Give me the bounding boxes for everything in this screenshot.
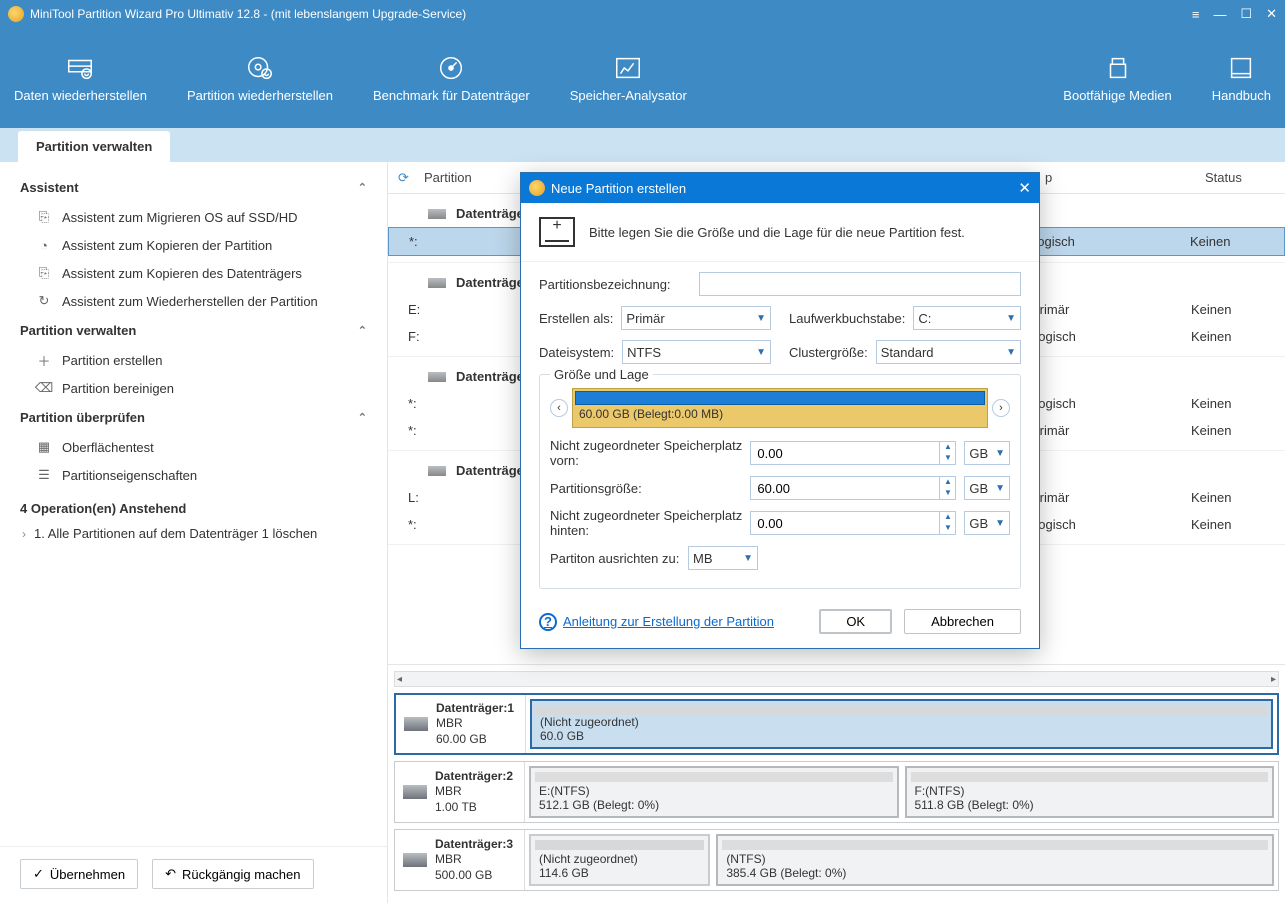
spinner[interactable]: ▲▼ <box>940 511 956 535</box>
help-link[interactable]: ? Anleitung zur Erstellung der Partition <box>539 613 807 631</box>
chevron-down-icon: ▼ <box>756 347 766 358</box>
chevron-down-icon: ▼ <box>995 483 1005 494</box>
fieldset-title: Größe und Lage <box>550 367 653 382</box>
select-value: NTFS <box>627 345 661 360</box>
ok-button[interactable]: OK <box>819 609 892 634</box>
partition-label-input[interactable] <box>699 272 1021 296</box>
select-value: Primär <box>626 311 664 326</box>
spinner[interactable]: ▲▼ <box>940 476 956 500</box>
unit-select[interactable]: GB ▼ <box>964 441 1010 465</box>
chevron-down-icon: ▼ <box>1006 347 1016 358</box>
select-value: GB <box>969 481 988 496</box>
unalloc-after-input[interactable] <box>750 511 940 535</box>
drive-letter-select[interactable]: C: ▼ <box>913 306 1021 330</box>
chevron-down-icon: ▼ <box>995 518 1005 529</box>
select-value: C: <box>918 311 931 326</box>
create-as-select[interactable]: Primär ▼ <box>621 306 771 330</box>
dialog-close-button[interactable]: ✕ <box>1018 179 1031 197</box>
align-select[interactable]: MB ▼ <box>688 546 758 570</box>
chevron-down-icon: ▼ <box>995 448 1005 459</box>
create-partition-dialog: Neue Partition erstellen ✕ Bitte legen S… <box>520 172 1040 649</box>
size-nav-right[interactable]: › <box>992 399 1010 417</box>
label-create-as: Erstellen als: <box>539 311 613 326</box>
dialog-intro: Bitte legen Sie die Größe und die Lage f… <box>521 203 1039 262</box>
app-icon <box>529 180 545 196</box>
unit-select[interactable]: GB ▼ <box>964 511 1010 535</box>
label-align: Partiton ausrichten zu: <box>550 551 680 566</box>
chevron-down-icon: ▼ <box>1006 313 1016 324</box>
dialog-layer: Neue Partition erstellen ✕ Bitte legen S… <box>0 0 1285 903</box>
chevron-down-icon: ▼ <box>743 553 753 564</box>
unit-select[interactable]: GB ▼ <box>964 476 1010 500</box>
select-value: MB <box>693 551 713 566</box>
label-partition-label: Partitionsbezeichnung: <box>539 277 689 292</box>
intro-text: Bitte legen Sie die Größe und die Lage f… <box>589 225 965 240</box>
help-icon: ? <box>539 613 557 631</box>
cancel-button[interactable]: Abbrechen <box>904 609 1021 634</box>
spinner[interactable]: ▲▼ <box>940 441 956 465</box>
filesystem-select[interactable]: NTFS ▼ <box>622 340 771 364</box>
label-unalloc-after: Nicht zugeordneter Speicherplatz hinten: <box>550 508 742 538</box>
size-visual[interactable]: 60.00 GB (Belegt:0.00 MB) <box>572 388 988 428</box>
label-cluster: Clustergröße: <box>789 345 868 360</box>
label-drive-letter: Laufwerkbuchstabe: <box>789 311 905 326</box>
unalloc-before-input[interactable] <box>750 441 940 465</box>
select-value: GB <box>969 516 988 531</box>
size-text: 60.00 GB (Belegt:0.00 MB) <box>573 405 987 423</box>
label-partition-size: Partitionsgröße: <box>550 481 742 496</box>
partition-size-input[interactable] <box>750 476 940 500</box>
size-fieldset: Größe und Lage ‹ 60.00 GB (Belegt:0.00 M… <box>539 374 1021 589</box>
size-nav-left[interactable]: ‹ <box>550 399 568 417</box>
label-filesystem: Dateisystem: <box>539 345 614 360</box>
help-text: Anleitung zur Erstellung der Partition <box>563 614 774 629</box>
dialog-titlebar: Neue Partition erstellen ✕ <box>521 173 1039 203</box>
cluster-select[interactable]: Standard ▼ <box>876 340 1021 364</box>
dialog-title: Neue Partition erstellen <box>551 181 1018 196</box>
select-value: GB <box>969 446 988 461</box>
label-unalloc-before: Nicht zugeordneter Speicherplatz vorn: <box>550 438 742 468</box>
new-partition-icon <box>539 217 575 247</box>
chevron-down-icon: ▼ <box>756 313 766 324</box>
select-value: Standard <box>881 345 934 360</box>
